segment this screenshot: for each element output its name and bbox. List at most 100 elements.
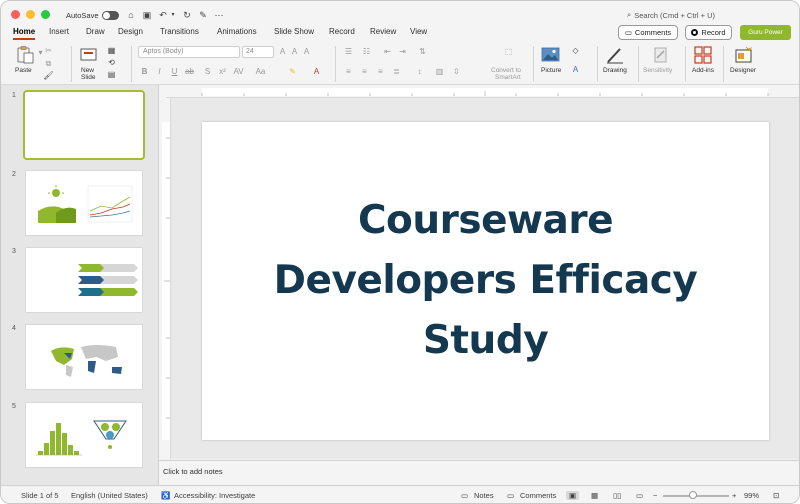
strikethrough-icon[interactable]: ab	[184, 67, 195, 77]
cut-icon[interactable]: ✂	[43, 46, 54, 56]
section-icon[interactable]: ▤	[106, 70, 117, 80]
home-icon[interactable]: ⌂	[125, 9, 137, 21]
add-ins-icon[interactable]	[693, 46, 713, 64]
slide-number: 3	[12, 248, 16, 255]
tab-slide-show[interactable]: Slide Show	[274, 27, 314, 36]
tab-record[interactable]: Record	[329, 27, 355, 36]
slide-title-line-3[interactable]: Study	[423, 311, 549, 371]
underline-icon[interactable]: U	[169, 67, 180, 77]
record-button[interactable]: Record	[685, 25, 732, 40]
current-slide[interactable]: Courseware Developers Efficacy Study	[202, 122, 769, 440]
normal-view-icon[interactable]: ▣	[566, 491, 580, 500]
reset-icon[interactable]: ⟲	[106, 58, 117, 68]
increase-font-icon[interactable]: A	[277, 47, 288, 57]
zoom-slider-thumb[interactable]	[689, 491, 697, 499]
layout-icon[interactable]: ▦	[106, 46, 117, 56]
histogram-funnel-thumbnail-graphic	[36, 420, 127, 456]
save-icon[interactable]: ▣	[141, 9, 153, 21]
copy-icon[interactable]: ⧉	[43, 59, 54, 69]
minimize-window-button[interactable]	[26, 10, 35, 19]
maximize-window-button[interactable]	[41, 10, 50, 19]
slide-thumbnail-2[interactable]	[25, 170, 143, 236]
bold-icon[interactable]: B	[139, 67, 150, 77]
redo-icon[interactable]: ↻	[181, 9, 193, 21]
shadow-icon[interactable]: S	[202, 67, 213, 77]
fit-slide-icon[interactable]: ⊡	[773, 491, 779, 500]
tab-animations[interactable]: Animations	[217, 27, 257, 36]
slide-thumbnail-4[interactable]	[25, 324, 143, 390]
line-spacing-icon[interactable]: ↕	[414, 67, 425, 77]
font-color-icon[interactable]: A	[311, 67, 322, 77]
zoom-in-icon[interactable]: +	[732, 491, 736, 500]
increase-indent-icon[interactable]: ⇥	[397, 47, 408, 57]
numbering-icon[interactable]: ☷	[361, 47, 372, 57]
font-name-select[interactable]: Aptos (Body)	[138, 46, 240, 58]
notes-toggle[interactable]: Notes	[474, 491, 494, 500]
comments-button[interactable]: ▭ Comments	[618, 25, 678, 40]
slide-title-line-2[interactable]: Developers Efficacy	[274, 251, 698, 311]
slide-thumbnail-3[interactable]	[25, 247, 143, 313]
landscape-chart-thumbnail-graphic	[38, 185, 133, 223]
comments-toggle[interactable]: Comments	[520, 491, 556, 500]
tab-review[interactable]: Review	[370, 27, 396, 36]
picture-icon[interactable]	[541, 46, 561, 64]
sensitivity-icon[interactable]	[651, 46, 671, 64]
tab-transitions[interactable]: Transitions	[160, 27, 199, 36]
language-indicator[interactable]: English (United States)	[71, 491, 148, 500]
format-painter-ribbon-icon[interactable]: 🖌	[43, 71, 54, 81]
accessibility-icon[interactable]: ♿	[161, 491, 170, 500]
paste-icon[interactable]	[15, 46, 35, 64]
tab-insert[interactable]: Insert	[49, 27, 69, 36]
text-direction-icon[interactable]: ⇅	[417, 47, 428, 57]
highlight-icon[interactable]: ✎	[287, 67, 298, 77]
ribbon-separator	[685, 46, 686, 82]
slide-show-icon[interactable]: ▭	[636, 491, 643, 500]
designer-icon[interactable]	[734, 46, 754, 64]
change-case-icon[interactable]: Aa	[255, 67, 266, 77]
zoom-level[interactable]: 99%	[744, 491, 759, 500]
character-spacing-icon[interactable]: AV	[233, 67, 244, 77]
format-painter-icon[interactable]: ✎	[197, 9, 209, 21]
decrease-font-icon[interactable]: A	[289, 47, 300, 57]
autosave-toggle[interactable]	[102, 11, 119, 20]
window-controls	[11, 10, 50, 19]
tab-view[interactable]: View	[410, 27, 427, 36]
slide-sorter-icon[interactable]: ▦	[591, 491, 598, 500]
align-right-icon[interactable]: ≡	[375, 67, 386, 77]
italic-icon[interactable]: I	[154, 67, 165, 77]
notes-icon[interactable]: ▭	[461, 491, 468, 500]
decrease-indent-icon[interactable]: ⇤	[382, 47, 393, 57]
slide-thumbnail-1[interactable]	[23, 90, 145, 160]
undo-dropdown-icon[interactable]: ▾	[167, 9, 179, 21]
justify-icon[interactable]: ≣	[391, 67, 402, 77]
notes-placeholder: Click to add notes	[163, 467, 223, 476]
new-slide-icon[interactable]	[79, 46, 99, 64]
search-box[interactable]: ⌕ Search (Cmd + Ctrl + U)	[627, 10, 715, 20]
align-left-icon[interactable]: ≡	[343, 67, 354, 77]
comments-button-label: Comments	[634, 28, 672, 37]
slide-thumbnail-5[interactable]	[25, 402, 143, 468]
tab-design[interactable]: Design	[118, 27, 143, 36]
drawing-icon[interactable]	[605, 46, 625, 64]
close-window-button[interactable]	[11, 10, 20, 19]
clear-formatting-icon[interactable]: A	[301, 47, 312, 57]
more-options-icon[interactable]: ⋯	[213, 9, 225, 21]
shapes-icon[interactable]: ◇	[570, 46, 581, 56]
reading-view-icon[interactable]: ▯▯	[613, 491, 621, 500]
comments-status-icon[interactable]: ▭	[507, 491, 514, 500]
align-text-icon[interactable]: ⇳	[451, 67, 462, 77]
zoom-out-icon[interactable]: −	[653, 491, 657, 500]
superscript-icon[interactable]: x²	[217, 67, 228, 77]
text-box-icon[interactable]: A	[570, 65, 581, 75]
font-size-select[interactable]: 24	[242, 46, 274, 58]
accessibility-status[interactable]: Accessibility: Investigate	[174, 491, 255, 500]
columns-icon[interactable]: ▥	[434, 67, 445, 77]
align-center-icon[interactable]: ≡	[359, 67, 370, 77]
convert-smartart-icon[interactable]: ⬚	[503, 47, 514, 57]
notes-pane[interactable]: Click to add notes	[159, 460, 799, 484]
guru-power-button[interactable]: Guru Power	[740, 25, 791, 40]
tab-home[interactable]: Home	[13, 27, 36, 40]
tab-draw[interactable]: Draw	[86, 27, 105, 36]
bullets-icon[interactable]: ☰	[343, 47, 354, 57]
slide-title-line-1[interactable]: Courseware	[358, 191, 614, 251]
